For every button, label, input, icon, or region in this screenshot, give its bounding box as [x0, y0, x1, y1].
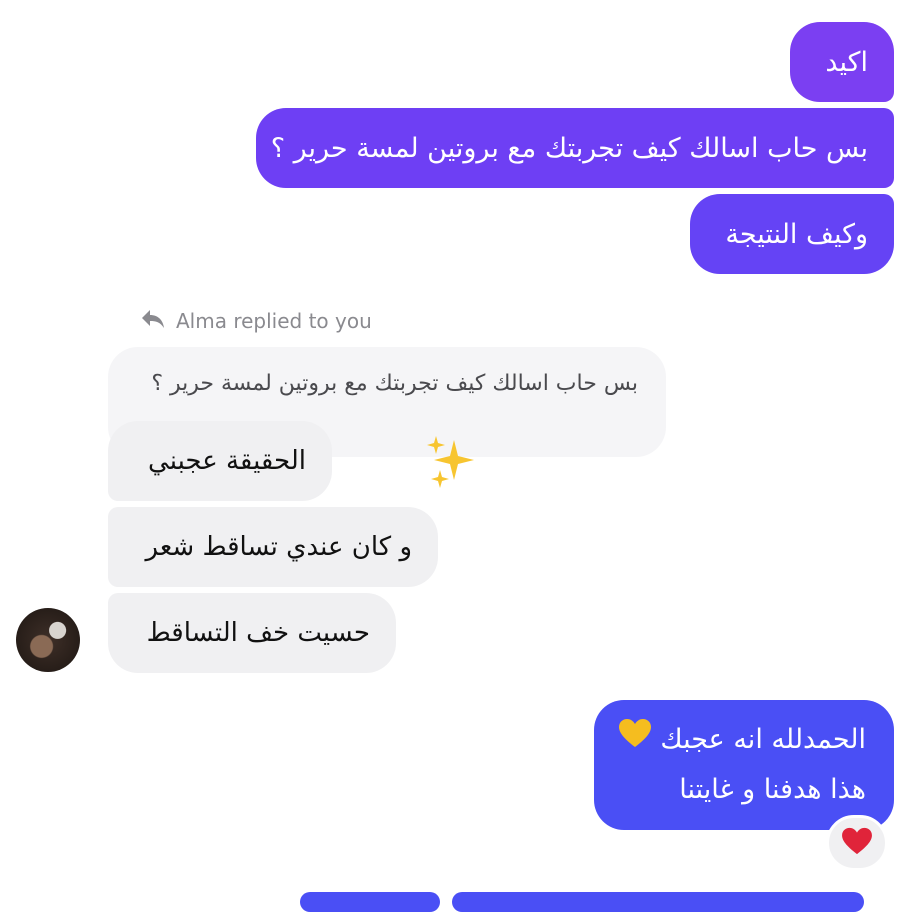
message-line: الحمدلله انه عجبك: [618, 715, 866, 766]
message-text: الحقيقة عجبني: [148, 446, 306, 476]
reply-label-text: Alma replied to you: [176, 309, 372, 333]
yellow-heart-icon: [618, 715, 652, 765]
outgoing-message[interactable]: اكيد: [790, 22, 894, 102]
message-text: و كان عندي تساقط شعر: [145, 532, 413, 562]
next-message-edge: [452, 892, 864, 912]
outgoing-message[interactable]: الحمدلله انه عجبك هذا هدفنا و غايتنا: [594, 700, 894, 830]
message-text: اكيد: [825, 46, 868, 78]
red-heart-icon: [841, 827, 873, 859]
reply-banner: Alma replied to you: [140, 305, 372, 337]
message-text: الحمدلله انه عجبك: [660, 723, 866, 755]
reply-arrow-icon: [140, 308, 166, 335]
quoted-text: بس حاب اسالك كيف تجربتك مع بروتين لمسة ح…: [151, 371, 638, 396]
sparkles-icon[interactable]: [422, 432, 482, 492]
outgoing-message[interactable]: بس حاب اسالك كيف تجربتك مع بروتين لمسة ح…: [256, 108, 894, 188]
message-text: حسيت خف التساقط: [146, 618, 370, 648]
incoming-message[interactable]: الحقيقة عجبني: [108, 421, 332, 501]
reaction-badge[interactable]: [826, 815, 888, 871]
message-text: وكيف النتيجة: [725, 218, 868, 250]
next-message-edge: [300, 892, 440, 912]
incoming-message[interactable]: حسيت خف التساقط: [108, 593, 396, 673]
outgoing-message[interactable]: وكيف النتيجة: [690, 194, 894, 274]
message-text: بس حاب اسالك كيف تجربتك مع بروتين لمسة ح…: [270, 132, 868, 164]
incoming-message[interactable]: و كان عندي تساقط شعر: [108, 507, 438, 587]
avatar[interactable]: [16, 608, 80, 672]
message-text: هذا هدفنا و غايتنا: [679, 774, 866, 806]
